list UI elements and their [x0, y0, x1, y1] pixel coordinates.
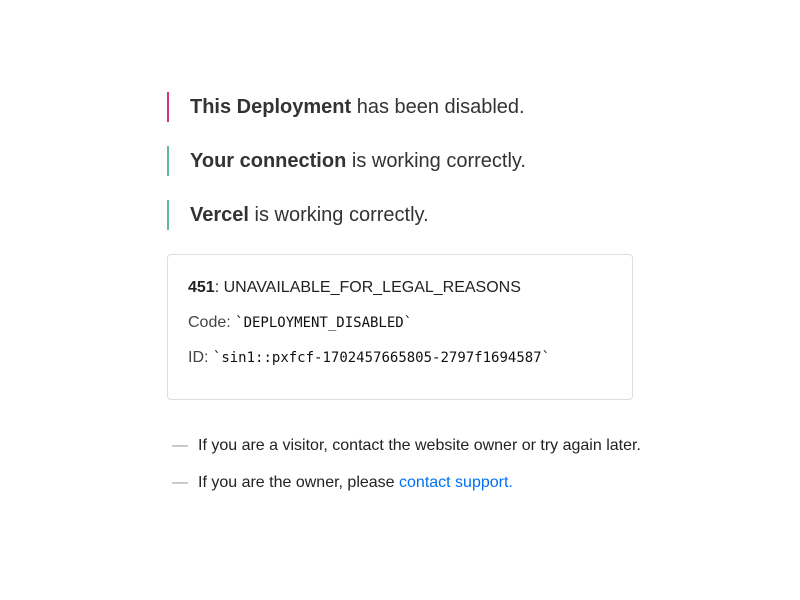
help-item-visitor: — If you are a visitor, contact the websi… — [172, 436, 641, 456]
connection-status-text: is working correctly. — [346, 150, 526, 172]
connection-status-bold: Your connection — [190, 150, 347, 172]
error-code-row: Code: `DEPLOYMENT_DISABLED` — [188, 310, 612, 336]
owner-help-text: If you are the owner, please — [198, 474, 400, 491]
status-bar-error — [167, 92, 169, 122]
error-id-value: `sin1::pxfcf-1702457665805-2797f1694587` — [212, 350, 551, 366]
dash-icon: — — [172, 437, 188, 454]
deployment-status-text: has been disabled. — [351, 96, 525, 118]
status-bar-ok — [167, 200, 169, 230]
dash-icon: — — [172, 474, 188, 491]
help-item-owner: — If you are the owner, please contact su… — [172, 473, 633, 493]
deployment-status-bold: This Deployment — [190, 96, 352, 118]
error-page: This Deployment has been disabled. Your … — [167, 92, 641, 510]
error-code-label: Code: — [188, 314, 236, 331]
status-bar-ok — [167, 146, 169, 176]
connection-status-line: Your connection is working correctly. — [167, 146, 633, 176]
deployment-status-line: This Deployment has been disabled. — [167, 92, 633, 122]
error-status-text: : UNAVAILABLE_FOR_LEGAL_REASONS — [214, 279, 521, 296]
error-code-value: `DEPLOYMENT_DISABLED` — [235, 315, 413, 331]
error-id-label: ID: — [188, 349, 213, 366]
contact-support-link[interactable]: contact support — [399, 474, 508, 491]
error-id-row: ID: `sin1::pxfcf-1702457665805-2797f1694… — [188, 345, 612, 371]
vercel-status-line: Vercel is working correctly. — [167, 200, 633, 230]
error-details-box: 451: UNAVAILABLE_FOR_LEGAL_REASONS Code:… — [167, 254, 633, 400]
error-status-code: 451 — [188, 279, 215, 296]
contact-support-link-suffix: . — [508, 474, 513, 491]
error-title: 451: UNAVAILABLE_FOR_LEGAL_REASONS — [188, 275, 612, 301]
visitor-help-text: If you are a visitor, contact the websit… — [198, 437, 641, 454]
vercel-status-bold: Vercel — [190, 204, 249, 226]
help-list: — If you are a visitor, contact the websi… — [167, 436, 641, 493]
vercel-status-text: is working correctly. — [248, 204, 429, 226]
